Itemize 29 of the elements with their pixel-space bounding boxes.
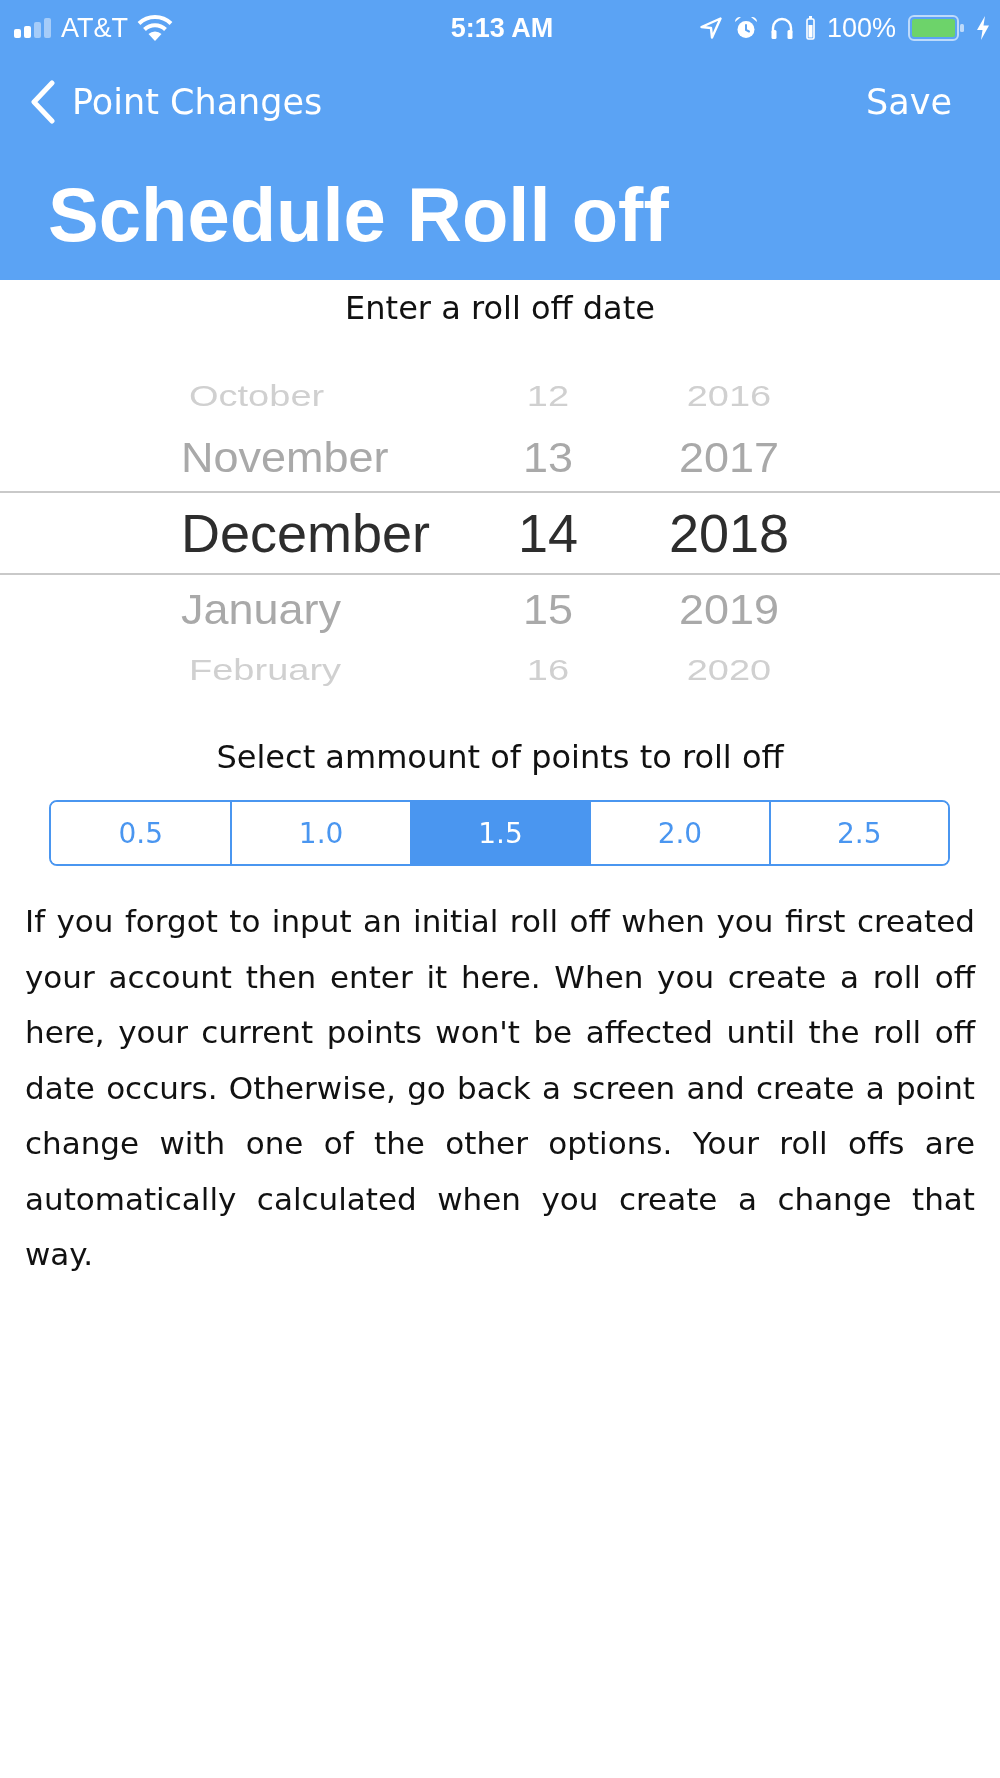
battery-percentage: 100%	[826, 12, 896, 44]
help-paragraph: If you forgot to input an initial roll off when you first created your account then enter it here. When you create a roll off here, your current points won't be affected until the roll off date occurs. Otherwise, go back a screen and create a point change with one of the other options. Your roll offs are automatically calculated when you create a change that way.	[25, 902, 975, 1274]
year-option[interactable]: 2017	[678, 435, 780, 479]
month-option[interactable]: November	[181, 435, 389, 479]
charging-bolt-icon	[976, 16, 990, 40]
day-option[interactable]: 15	[522, 587, 574, 631]
headphones-icon	[769, 16, 794, 40]
back-chevron-icon	[30, 80, 56, 124]
date-prompt: Enter a roll off date	[344, 288, 656, 328]
signal-icon	[14, 18, 52, 38]
page-title: Schedule Roll off	[48, 170, 669, 258]
small-battery-icon	[805, 16, 815, 40]
wifi-icon	[137, 15, 173, 41]
points-prompt: Select ammount of points to roll off	[215, 737, 786, 777]
battery-icon	[908, 15, 964, 41]
month-option[interactable]: December	[181, 506, 431, 560]
year-option[interactable]: 2019	[678, 587, 780, 631]
status-time: 5:13 AM	[450, 12, 554, 44]
location-arrow-icon	[699, 17, 722, 39]
back-button[interactable]: Point Changes	[30, 80, 323, 124]
day-option[interactable]: 14	[517, 506, 579, 560]
year-option[interactable]: 2018	[668, 506, 790, 560]
day-option[interactable]: 13	[522, 435, 574, 479]
points-segment[interactable]: 1.5	[409, 802, 590, 864]
save-button[interactable]: Save	[866, 82, 952, 122]
points-segment[interactable]: 2.5	[768, 802, 948, 864]
month-option[interactable]: January	[181, 587, 342, 631]
alarm-clock-icon	[733, 16, 758, 40]
carrier-name: AT&T	[61, 12, 128, 44]
